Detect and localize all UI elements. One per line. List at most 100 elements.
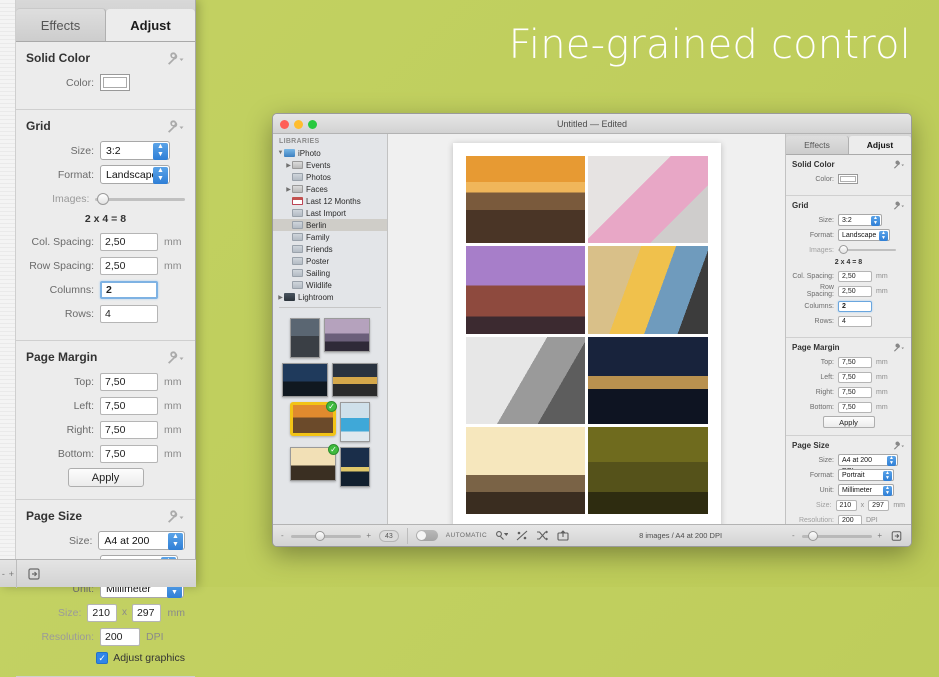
slider-knob[interactable]: [839, 245, 848, 254]
page-width-input[interactable]: 210: [87, 603, 117, 622]
col-spacing-input[interactable]: 2,50: [100, 232, 158, 251]
panel-toggle-icon[interactable]: [27, 567, 41, 581]
page-zoom-slider[interactable]: - +: [792, 530, 882, 542]
wrench-icon[interactable]: [892, 201, 905, 210]
sidebar-item-wildlife[interactable]: Wildlife: [273, 279, 387, 291]
paper-size-select[interactable]: A4 at 200 DPI ▲▼: [98, 531, 185, 565]
chevron-updown-icon[interactable]: ▲▼: [871, 216, 880, 226]
apply-button[interactable]: Apply: [67, 468, 144, 487]
sidebar-item-last-import[interactable]: Last Import: [273, 207, 387, 219]
zoom-icon[interactable]: [308, 120, 317, 129]
images-slider[interactable]: [838, 245, 896, 255]
slider-knob[interactable]: [808, 530, 819, 541]
chevron-right-icon[interactable]: ▶: [285, 162, 292, 169]
chevron-updown-icon[interactable]: ▲▼: [153, 143, 168, 160]
chevron-updown-icon[interactable]: ▲▼: [887, 456, 896, 466]
sidebar-item-faces[interactable]: ▶ Faces: [273, 183, 387, 195]
slider-knob[interactable]: [315, 530, 325, 541]
inspector-tab-adjust[interactable]: Adjust: [849, 136, 911, 154]
wrench-icon[interactable]: [165, 350, 185, 364]
sidebar-item-photos[interactable]: Photos: [273, 171, 387, 183]
sidebar-item-poster[interactable]: Poster: [273, 255, 387, 267]
sidebar-item-lightroom[interactable]: ▶ Lightroom: [273, 291, 387, 303]
wrench-icon[interactable]: [892, 343, 905, 352]
paper-size-select[interactable]: A4 at 200 DPI ▲▼: [838, 454, 898, 475]
page-height-input[interactable]: 297: [868, 499, 890, 511]
sidebar-item-family[interactable]: Family: [273, 231, 387, 243]
wrench-icon[interactable]: [892, 160, 905, 169]
wrench-icon[interactable]: [165, 509, 185, 523]
col-spacing-input[interactable]: 2,50: [838, 270, 872, 282]
minus-icon[interactable]: -: [2, 569, 5, 579]
margin-bottom-input[interactable]: 7,50: [838, 401, 872, 413]
photo-gasometer-sunset[interactable]: [465, 426, 585, 514]
photo-pink-pipe[interactable]: [588, 156, 708, 244]
chevron-updown-icon[interactable]: ▲▼: [879, 231, 888, 241]
margin-top-input[interactable]: 7,50: [838, 356, 872, 368]
thumb-gasometer-sunset[interactable]: ✓: [290, 444, 339, 481]
sidebar-item-berlin[interactable]: Berlin: [273, 219, 387, 231]
photo-orange-concert-hall[interactable]: [465, 156, 585, 244]
thumb-yellow-train[interactable]: [332, 363, 378, 397]
resolution-input[interactable]: 200: [100, 627, 140, 646]
chevron-down-icon[interactable]: ▼: [277, 150, 284, 156]
thumb-blue-facade[interactable]: [340, 402, 370, 442]
plus-icon[interactable]: +: [877, 531, 882, 540]
sidebar-item-iphoto[interactable]: ▼ iPhoto: [273, 147, 387, 159]
sidebar-item-events[interactable]: ▶ Events: [273, 159, 387, 171]
minimize-icon[interactable]: [294, 120, 303, 129]
chevron-right-icon[interactable]: ▶: [285, 186, 292, 193]
color-well[interactable]: [838, 174, 858, 184]
columns-input[interactable]: 2: [838, 300, 872, 312]
rows-input[interactable]: 4: [838, 315, 872, 327]
page-canvas[interactable]: [388, 134, 785, 527]
sidebar-item-sailing[interactable]: Sailing: [273, 267, 387, 279]
page-width-input[interactable]: 210: [835, 499, 857, 511]
margin-left-input[interactable]: 7,50: [100, 396, 158, 415]
slider-knob[interactable]: [97, 192, 110, 205]
plus-icon[interactable]: +: [366, 531, 371, 540]
sidebar-item-last-12-months[interactable]: Last 12 Months: [273, 195, 387, 207]
photo-lamps-green[interactable]: [588, 426, 708, 514]
unit-select[interactable]: Millimeter ▲▼: [838, 484, 894, 496]
panel-toggle-icon[interactable]: [890, 530, 903, 542]
grid-size-select[interactable]: 3:2 ▲ ▼: [100, 141, 170, 160]
margin-right-input[interactable]: 7,50: [838, 386, 872, 398]
grid-format-select[interactable]: Landscape ▲ ▼: [838, 229, 890, 241]
shuffle-swap-icon[interactable]: [516, 530, 528, 541]
tab-adjust[interactable]: Adjust: [106, 9, 195, 41]
chevron-updown-icon[interactable]: ▲▼: [883, 486, 892, 496]
apply-button[interactable]: Apply: [822, 416, 875, 428]
thumbnail-size-slider[interactable]: - +: [281, 530, 371, 542]
tab-effects[interactable]: Effects: [16, 8, 106, 41]
shuffle-icon[interactable]: [536, 530, 549, 541]
chevron-updown-icon[interactable]: ▲▼: [168, 533, 183, 550]
chevron-right-icon[interactable]: ▶: [277, 294, 284, 301]
close-icon[interactable]: [280, 120, 289, 129]
minus-icon[interactable]: -: [792, 531, 795, 540]
automatic-toggle[interactable]: [415, 530, 438, 541]
window-title-bar[interactable]: Untitled — Edited: [273, 114, 911, 134]
thumb-cityscape-night[interactable]: [282, 363, 328, 397]
images-slider[interactable]: [95, 192, 185, 206]
rows-input[interactable]: 4: [100, 304, 158, 323]
photo-statue-bw[interactable]: [465, 336, 585, 424]
thumb-dunes-sunset[interactable]: [324, 318, 370, 352]
grid-size-select[interactable]: 3:2 ▲ ▼: [838, 214, 882, 226]
chevron-updown-icon[interactable]: ▲▼: [153, 167, 168, 184]
row-spacing-input[interactable]: 2,50: [100, 256, 158, 275]
photo-berlin-cathedral[interactable]: [588, 336, 708, 424]
paper-format-select[interactable]: Portrait ▲▼: [838, 469, 894, 481]
link-icon[interactable]: [495, 530, 509, 541]
wrench-icon[interactable]: [165, 51, 185, 65]
wrench-icon[interactable]: [165, 119, 185, 133]
margin-top-input[interactable]: 7,50: [100, 372, 158, 391]
inspector-tab-effects[interactable]: Effects: [786, 136, 849, 154]
sidebar-item-friends[interactable]: Friends: [273, 243, 387, 255]
export-icon[interactable]: [557, 530, 569, 541]
color-well[interactable]: [100, 74, 130, 91]
thumb-orange-concert-hall[interactable]: ✓: [290, 401, 337, 436]
page-height-input[interactable]: 297: [131, 603, 162, 622]
row-spacing-input[interactable]: 2,50: [838, 285, 872, 297]
margin-right-input[interactable]: 7,50: [100, 420, 158, 439]
